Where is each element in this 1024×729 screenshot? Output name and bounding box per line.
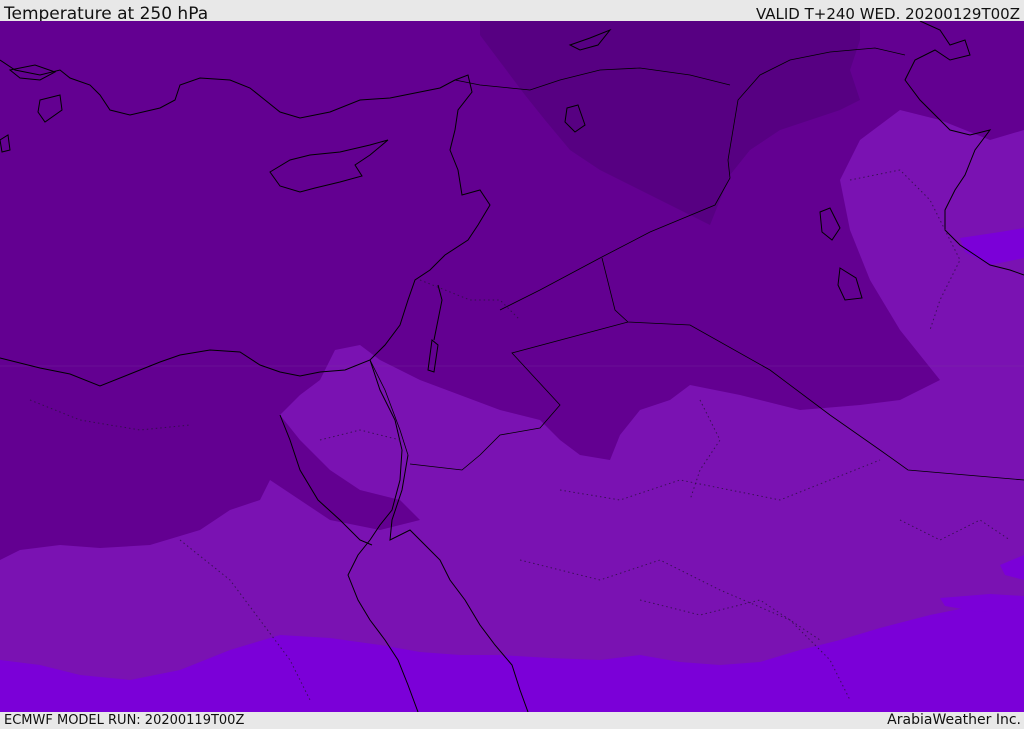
temperature-field: [0, 21, 1024, 712]
credit-label: ArabiaWeather Inc.: [887, 712, 1021, 728]
footer-bar: ECMWF MODEL RUN: 20200119T00Z ArabiaWeat…: [0, 712, 1024, 729]
model-run-label: ECMWF MODEL RUN: 20200119T00Z: [4, 713, 245, 728]
header-bar: Temperature at 250 hPa VALID T+240 WED. …: [0, 0, 1024, 24]
weather-map[interactable]: [0, 21, 1024, 712]
